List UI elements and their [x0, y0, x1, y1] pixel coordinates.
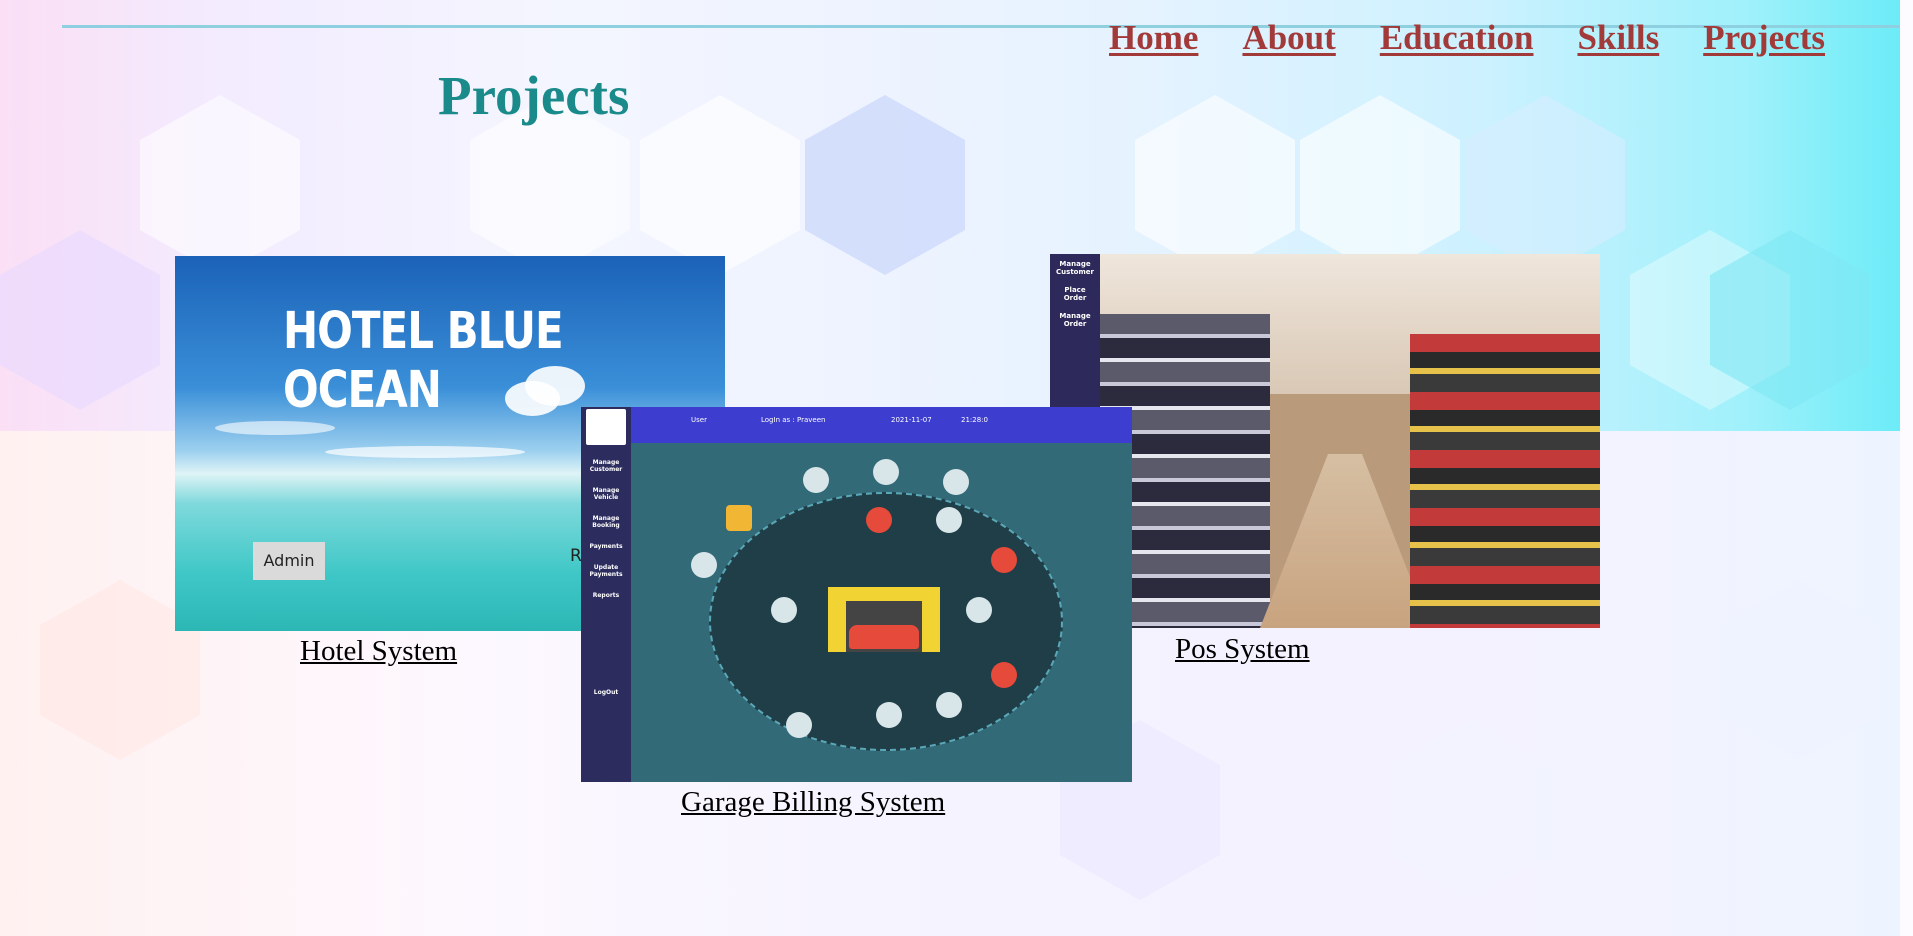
cloud-shape — [325, 446, 525, 458]
garage-topbar-text: User — [691, 416, 707, 424]
nav-link-projects[interactable]: Projects — [1703, 18, 1825, 58]
engine-icon — [771, 597, 797, 623]
garage-sidebar-item: Manage Booking — [592, 515, 620, 529]
gearbox-icon — [991, 662, 1017, 688]
brake-disc-icon — [876, 702, 902, 728]
cloud-shape — [215, 421, 335, 435]
gear-icon — [803, 467, 829, 493]
main-nav: Home About Education Skills Projects — [1109, 18, 1825, 58]
wrench-icon — [866, 507, 892, 533]
store-floor — [1260, 454, 1430, 628]
garage-sidebar-item: Manage Customer — [589, 459, 623, 473]
nav-link-skills[interactable]: Skills — [1577, 18, 1659, 58]
garage-sidebar-item: Manage Vehicle — [592, 487, 620, 501]
pos-sidebar-item: Place Order — [1063, 286, 1087, 302]
garage-billing-system-image[interactable]: Manage Customer Manage Vehicle Manage Bo… — [581, 407, 1132, 782]
tools-icon — [691, 552, 717, 578]
nav-link-education[interactable]: Education — [1380, 18, 1534, 58]
car-icon — [849, 625, 919, 649]
tire-icon — [936, 507, 962, 533]
wheel-icon — [943, 469, 969, 495]
pos-sidebar-item: Manage Order — [1059, 312, 1091, 328]
spanner-icon — [786, 712, 812, 738]
garage-logo-icon — [586, 409, 626, 445]
car-battery-icon — [936, 692, 962, 718]
garage-sidebar-item: LogOut — [593, 689, 619, 696]
garage-screenshot-sidebar: Manage Customer Manage Vehicle Manage Bo… — [581, 407, 631, 782]
pos-sidebar-item: Manage Customer — [1056, 260, 1094, 276]
hotel-screenshot-admin-button: Admin — [253, 542, 325, 580]
hotel-screenshot-heading: HOTEL BLUE OCEAN — [283, 301, 564, 419]
garage-screenshot-topbar: User LogIn as : Praveen 2021-11-07 21:28… — [631, 407, 1132, 443]
garage-topbar-text: 21:28:0 — [961, 416, 988, 424]
garage-billing-system-link[interactable]: Garage Billing System — [681, 786, 945, 819]
store-shelf-right — [1410, 334, 1600, 628]
pos-system-link[interactable]: Pos System — [1175, 633, 1310, 666]
garage-topbar-text: LogIn as : Praveen — [761, 416, 826, 424]
garage-sidebar-item: Update Payments — [589, 564, 623, 578]
garage-topbar-text: 2021-11-07 — [891, 416, 932, 424]
battery-icon — [726, 505, 752, 531]
lift-icon — [873, 459, 899, 485]
page-title: Projects — [438, 65, 630, 126]
pos-system-image[interactable]: Manage Customer Place Order Manage Order — [1050, 254, 1600, 628]
nav-link-about[interactable]: About — [1242, 18, 1335, 58]
fuel-can-icon — [991, 547, 1017, 573]
hotel-system-link[interactable]: Hotel System — [300, 635, 457, 668]
mechanic-icon — [966, 597, 992, 623]
garage-sidebar-item: Payments — [589, 543, 623, 550]
garage-sidebar-item: Reports — [592, 592, 620, 599]
nav-link-home[interactable]: Home — [1109, 18, 1198, 58]
